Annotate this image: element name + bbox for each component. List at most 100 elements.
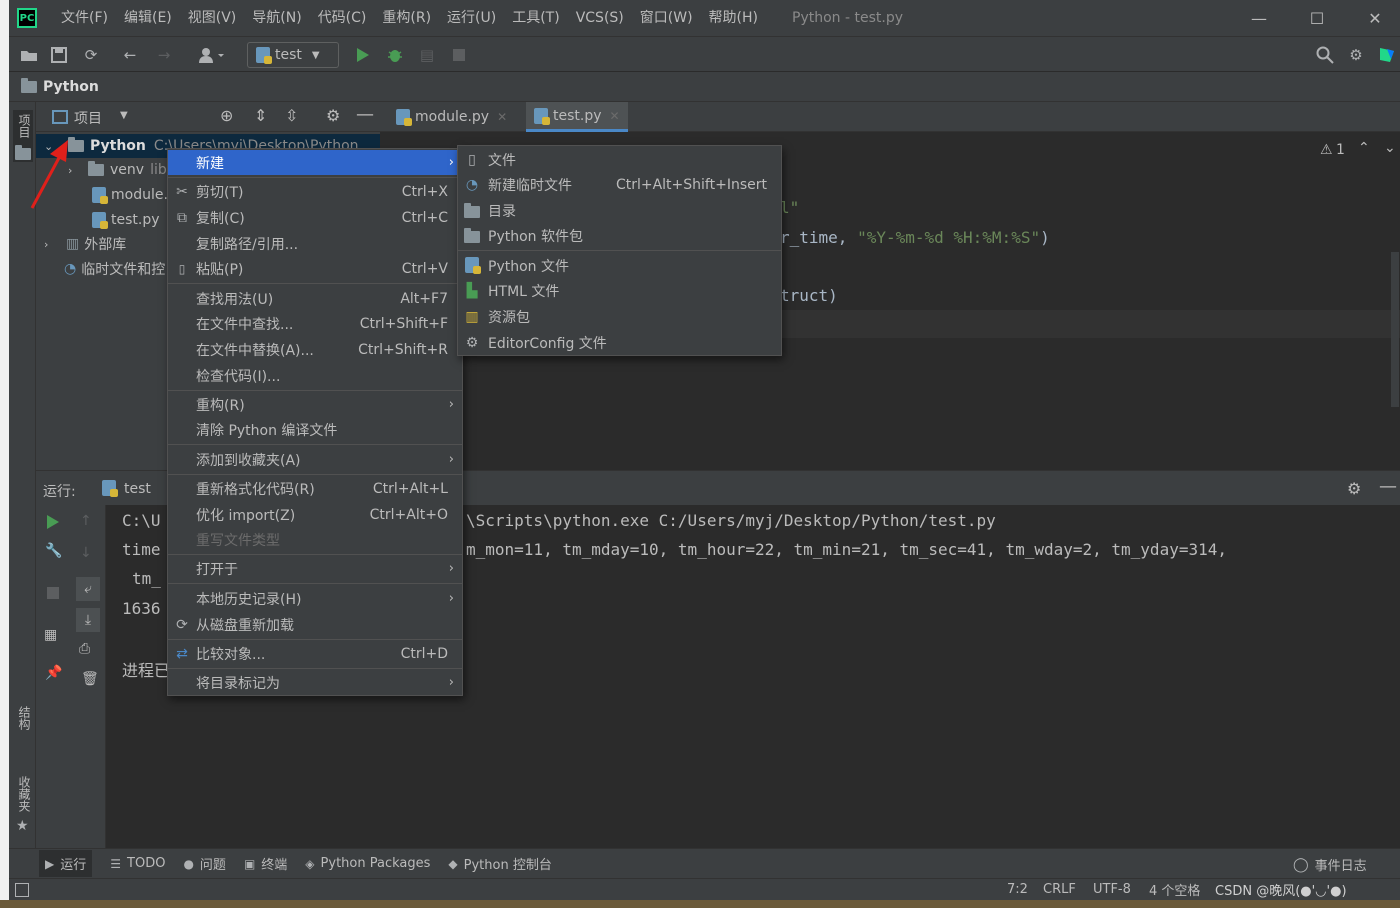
coverage-icon[interactable]: ▤ — [417, 45, 437, 65]
submenu-item-python-package[interactable]: Python 软件包 — [458, 223, 781, 248]
locate-crosshair-icon[interactable]: ⊕ — [220, 106, 233, 125]
menu-help[interactable]: 帮助(H) — [701, 0, 766, 36]
chevron-down-icon[interactable]: ▼ — [120, 110, 128, 121]
maximize-button[interactable]: ☐ — [1288, 0, 1346, 36]
pin-icon[interactable]: 📌 — [45, 665, 62, 681]
menu-run[interactable]: 运行(U) — [439, 0, 504, 36]
toggle-tool-windows-icon[interactable] — [15, 882, 29, 897]
tree-node-module[interactable]: module. — [92, 183, 168, 207]
menu-item-copy-path[interactable]: 复制路径/引用... — [168, 231, 462, 256]
submenu-item-html-file[interactable]: ▙ HTML 文件 — [458, 278, 781, 303]
close-tab-icon[interactable]: ✕ — [497, 110, 507, 124]
line-separator[interactable]: CRLF — [1043, 882, 1076, 897]
menu-item-local-history[interactable]: 本地历史记录(H) › — [168, 586, 462, 611]
tree-node-external-libs[interactable]: › ▥ 外部库 — [44, 232, 126, 256]
editor-scrollbar[interactable] — [1391, 252, 1399, 407]
forward-arrow-icon[interactable]: → — [154, 45, 174, 65]
settings-gear-icon[interactable]: ⚙ — [1346, 45, 1366, 65]
menu-item-add-favorites[interactable]: 添加到收藏夹(A) › — [168, 447, 462, 472]
menu-item-copy[interactable]: ⧉ 复制(C) Ctrl+C — [168, 205, 462, 230]
menu-tools[interactable]: 工具(T) — [504, 0, 567, 36]
run-config-selector[interactable]: test ▼ — [247, 42, 339, 68]
next-highlight-icon[interactable]: ⌄ — [1384, 140, 1396, 156]
menu-item-find-in-files[interactable]: 在文件中查找... Ctrl+Shift+F — [168, 311, 462, 336]
tool-python-packages[interactable]: ◈ Python Packages — [305, 856, 430, 871]
tree-node-test[interactable]: test.py — [92, 208, 160, 232]
tab-module-py[interactable]: module.py ✕ — [388, 102, 515, 132]
soft-wrap-icon[interactable]: ⤶ — [76, 577, 100, 601]
structure-tool-label[interactable]: 结构 — [16, 706, 33, 730]
user-icon[interactable] — [195, 45, 229, 65]
file-encoding[interactable]: UTF-8 — [1093, 882, 1131, 897]
minimize-button[interactable]: — — [1230, 0, 1288, 36]
back-arrow-icon[interactable]: ← — [120, 45, 140, 65]
menu-item-reformat[interactable]: 重新格式化代码(R) Ctrl+Alt+L — [168, 476, 462, 501]
menu-item-replace-in-files[interactable]: 在文件中替换(A)... Ctrl+Shift+R — [168, 337, 462, 362]
run-icon[interactable] — [353, 45, 373, 65]
menu-item-compare-with[interactable]: ⇄ 比较对象... Ctrl+D — [168, 641, 462, 666]
close-button[interactable]: ✕ — [1346, 0, 1400, 36]
down-arrow-icon[interactable]: ↓ — [80, 545, 92, 561]
submenu-item-directory[interactable]: 目录 — [458, 198, 781, 223]
menu-refactor[interactable]: 重构(R) — [374, 0, 439, 36]
expand-all-icon[interactable]: ⇕ — [254, 106, 267, 125]
tree-node-scratches[interactable]: ◔ 临时文件和控 — [64, 257, 165, 281]
previous-highlight-icon[interactable]: ⌃ — [1358, 140, 1370, 156]
trash-icon[interactable]: 🗑 — [81, 671, 99, 687]
menu-view[interactable]: 视图(V) — [180, 0, 245, 36]
settings-gear-icon[interactable]: ⚙ — [1347, 479, 1361, 498]
close-tab-icon[interactable]: ✕ — [610, 109, 620, 123]
rerun-icon[interactable] — [46, 514, 60, 534]
tool-terminal[interactable]: ▣ 终端 — [244, 854, 287, 874]
print-icon[interactable]: ⎙ — [79, 641, 90, 657]
run-tab-label[interactable]: test — [124, 481, 151, 497]
hide-panel-icon[interactable]: — — [1379, 476, 1397, 497]
collapse-all-icon[interactable]: ⇳ — [285, 106, 298, 125]
menu-item-clean-python[interactable]: 清除 Python 编译文件 — [168, 417, 462, 442]
menu-item-cut[interactable]: ✂ 剪切(T) Ctrl+X — [168, 179, 462, 204]
tool-todo[interactable]: ☰ TODO — [110, 856, 165, 871]
menu-item-optimize-imports[interactable]: 优化 import(Z) Ctrl+Alt+O — [168, 502, 462, 527]
indent-setting[interactable]: 4 个空格 — [1149, 880, 1200, 899]
menu-navigate[interactable]: 导航(N) — [244, 0, 309, 36]
submenu-item-python-file[interactable]: Python 文件 — [458, 253, 781, 278]
tool-event-log[interactable]: ◯ 事件日志 — [1293, 855, 1367, 875]
menu-item-refactor[interactable]: 重构(R) › — [168, 392, 462, 417]
sync-icon[interactable]: ⟳ — [81, 45, 101, 65]
search-icon[interactable] — [1315, 45, 1335, 65]
layout-icon[interactable]: ▦ — [44, 627, 57, 643]
submenu-item-editorconfig[interactable]: ⚙ EditorConfig 文件 — [458, 330, 781, 355]
jetbrains-toolbox-icon[interactable] — [1377, 45, 1397, 65]
menu-item-new[interactable]: 新建 › — [168, 150, 462, 175]
tool-run[interactable]: ▶ 运行 — [39, 850, 93, 877]
submenu-item-file[interactable]: ▯ 文件 — [458, 147, 781, 172]
favorites-tool-label[interactable]: 收藏夹 — [16, 776, 33, 812]
settings-gear-icon[interactable]: ⚙ — [326, 106, 340, 125]
hide-panel-icon[interactable]: — — [356, 104, 374, 125]
project-view-label[interactable]: 项目 — [74, 108, 102, 128]
save-icon[interactable] — [49, 45, 69, 65]
menu-edit[interactable]: 编辑(E) — [116, 0, 180, 36]
stop-icon[interactable] — [47, 587, 59, 599]
menu-item-inspect-code[interactable]: 检查代码(I)... — [168, 363, 462, 388]
tab-test-py[interactable]: test.py ✕ — [526, 102, 628, 132]
menu-file[interactable]: 文件(F) — [53, 0, 116, 36]
scroll-to-end-icon[interactable]: ⤓ — [76, 608, 100, 632]
submenu-item-resource-bundle[interactable]: ▥ 资源包 — [458, 304, 781, 329]
menu-item-mark-directory[interactable]: 将目录标记为 › — [168, 670, 462, 695]
debug-bug-icon[interactable] — [385, 45, 405, 65]
submenu-item-scratch[interactable]: ◔ 新建临时文件 Ctrl+Alt+Shift+Insert — [458, 172, 781, 197]
menu-item-open-in[interactable]: 打开于 › — [168, 556, 462, 581]
menu-vcs[interactable]: VCS(S) — [568, 0, 632, 36]
menu-item-find-usages[interactable]: 查找用法(U) Alt+F7 — [168, 286, 462, 311]
menu-window[interactable]: 窗口(W) — [632, 0, 701, 36]
breadcrumb-project[interactable]: Python — [43, 79, 99, 95]
menu-item-paste[interactable]: ▯ 粘贴(P) Ctrl+V — [168, 256, 462, 281]
open-folder-icon[interactable] — [19, 45, 39, 65]
tool-problems[interactable]: ● 问题 — [183, 854, 226, 874]
up-arrow-icon[interactable]: ↑ — [80, 513, 92, 529]
warning-icon[interactable]: ⚠ — [1320, 142, 1333, 158]
menu-code[interactable]: 代码(C) — [310, 0, 375, 36]
wrench-icon[interactable]: 🔧 — [45, 543, 62, 559]
tool-python-console[interactable]: ◆ Python 控制台 — [448, 854, 551, 874]
